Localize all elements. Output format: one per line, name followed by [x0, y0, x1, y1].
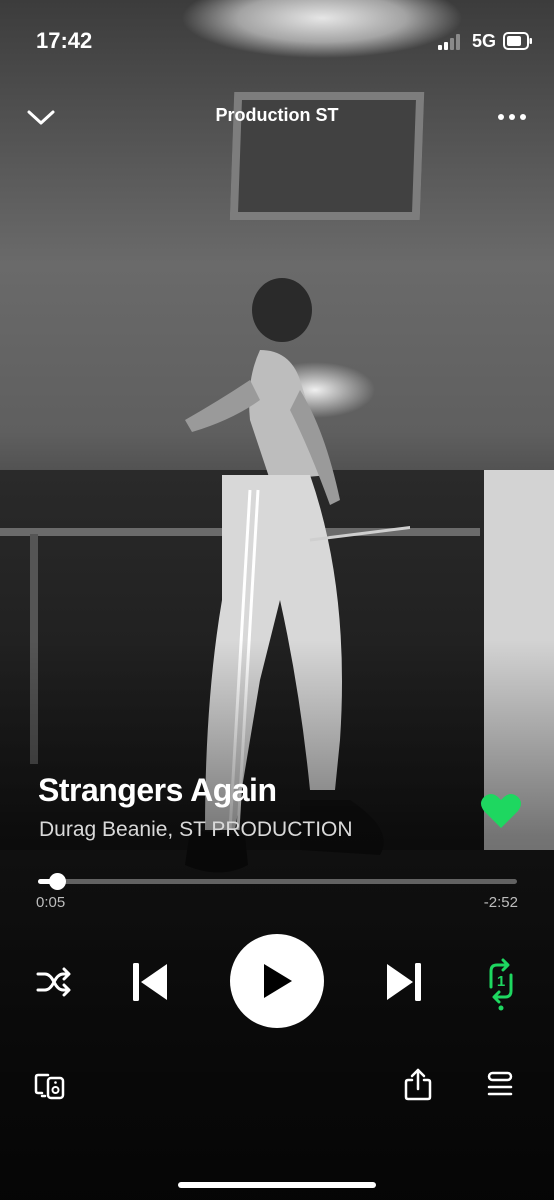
more-options-button[interactable]: [490, 95, 534, 139]
player-header: Production ST: [0, 95, 554, 139]
home-indicator[interactable]: [178, 1182, 376, 1188]
previous-track-icon: [133, 963, 167, 1001]
next-button[interactable]: [380, 958, 428, 1006]
signal-icon: [438, 34, 460, 50]
playback-controls: 1: [0, 930, 554, 1030]
repeat-button[interactable]: 1: [478, 956, 524, 1012]
bottom-gradient: [0, 640, 554, 1200]
playlist-title: Production ST: [215, 105, 339, 125]
status-bar: 17:42 5G: [0, 0, 554, 80]
connect-devices-icon: [34, 1073, 65, 1100]
play-icon: [264, 964, 292, 998]
track-artists[interactable]: Durag Beanie, ST PRODUCTION: [39, 818, 353, 842]
repeat-one-icon: 1: [489, 958, 513, 1011]
track-title[interactable]: Strangers Again: [38, 772, 277, 809]
status-time: 17:42: [36, 28, 93, 53]
network-type: 5G: [472, 31, 497, 51]
repeat-one-label: 1: [497, 973, 505, 990]
remaining-time: -2:52: [483, 894, 518, 911]
like-button[interactable]: [480, 792, 522, 830]
battery-icon: [503, 32, 532, 50]
elapsed-time: 0:05: [36, 894, 66, 911]
share-icon: [404, 1068, 432, 1101]
progress-bar[interactable]: [38, 873, 517, 890]
queue-icon: [487, 1071, 513, 1096]
devices-button[interactable]: [30, 1066, 70, 1106]
queue-button[interactable]: [480, 1064, 520, 1104]
next-track-icon: [387, 963, 421, 1001]
previous-button[interactable]: [126, 958, 174, 1006]
heart-filled-icon: [481, 794, 521, 828]
shuffle-button[interactable]: [32, 960, 76, 1004]
bottom-actions: [0, 1060, 554, 1110]
more-dots-icon: [498, 114, 526, 120]
share-button[interactable]: [398, 1062, 438, 1106]
shuffle-icon: [36, 967, 71, 997]
play-button[interactable]: [230, 934, 324, 1028]
